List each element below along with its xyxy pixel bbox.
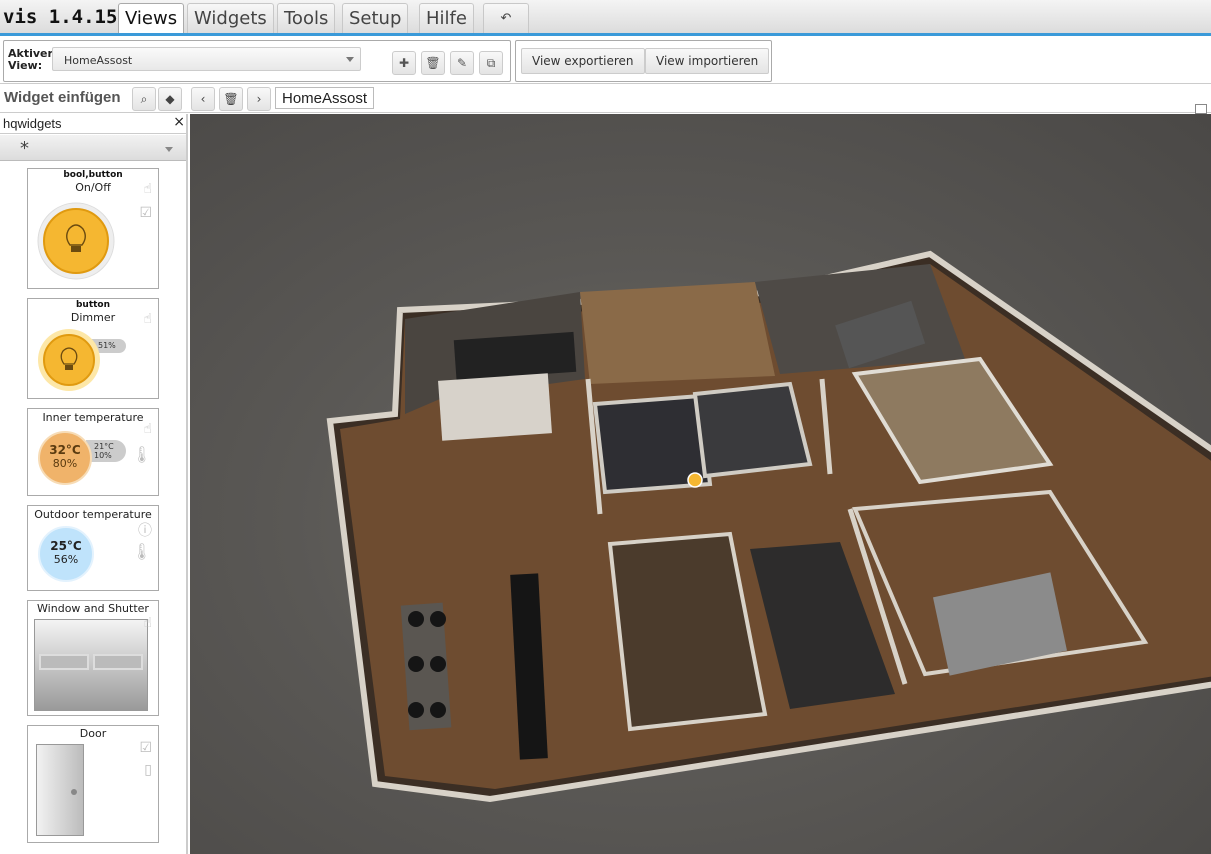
active-view-group: Aktiver View: HomeAssost ✚ 🗑 ✎ ⧉ [3,40,511,82]
export-view-button[interactable]: View exportieren [521,48,645,74]
widget-search-button[interactable]: ⌕ [132,87,156,111]
inner-temp-value: 32°C [49,443,81,457]
widget-card-inner-temperature[interactable]: Inner temperature 21°C 10% 32°C 80% ☝ 🌡 [27,408,159,496]
trash-icon: 🗑 [425,56,441,70]
view-canvas[interactable] [190,114,1211,854]
export-import-group: View exportieren View importieren [515,40,772,82]
add-view-button[interactable]: ✚ [392,51,416,75]
widget-filter-value: hqwidgets [3,116,62,131]
floor-plan-image [326,250,1211,803]
edit-icon: ✎ [456,56,468,70]
close-icon[interactable]: × [173,114,185,130]
chevron-right-icon: › [256,92,262,106]
copy-view-button[interactable]: ⧉ [479,51,503,75]
delete-widget-button[interactable]: 🗑 [219,87,243,111]
inner-humidity-value: 80% [52,457,78,470]
outdoor-temp-dial: 25°C 56% [38,526,94,582]
widget-set-value: * [20,138,29,159]
inner-temp-dial: 32°C 80% [38,431,92,485]
checkbox-icon: ☑ [139,740,152,756]
widget-title: On/Off [75,181,111,194]
undo-icon: ↶ [500,11,512,26]
door-preview [36,744,84,836]
bulb-icon [37,202,115,280]
widget-title: Inner temperature [42,411,144,424]
widget-card-outdoor-temperature[interactable]: Outdoor temperature 25°C 56% ⓘ 🌡 [27,505,159,591]
widget-subtitle: button [75,300,111,310]
active-view-label: Aktiver View: [8,47,53,72]
widget-subtitle: bool,button [63,170,123,180]
info-icon: ⓘ [138,523,152,539]
chevron-down-icon [346,57,354,62]
outdoor-temp-value: 25°C [50,539,82,553]
thermometer-icon: 🌡 [131,542,152,561]
widget-insert-title: Widget einfügen [4,89,121,106]
active-view-select[interactable]: HomeAssost [52,47,361,71]
widget-title: Door [79,727,107,740]
widget-set-select[interactable]: * [0,135,186,161]
widget-card-dimmer[interactable]: button Dimmer 51% ☝ [27,298,159,399]
outdoor-humidity-value: 56% [53,553,79,566]
rename-view-button[interactable]: ✎ [450,51,474,75]
door-knob [71,789,77,795]
widget-insert-bar: Widget einfügen ⌕ ◆ ‹ 🗑 › HomeAssost [0,85,1211,113]
undo-button[interactable]: ↶ [483,3,529,33]
next-view-button[interactable]: › [247,87,271,111]
import-view-button[interactable]: View importieren [645,48,770,74]
delete-view-button[interactable]: 🗑 [421,51,445,75]
widget-title: Dimmer [70,311,116,324]
widget-tag-button[interactable]: ◆ [158,87,182,111]
widget-title: Window and Shutter [37,602,149,615]
hand-icon: ☝ [143,311,152,327]
search-icon: ⌕ [140,92,148,106]
inner-set-hum: 10% [94,451,112,460]
hand-icon: ☝ [143,181,152,197]
active-view-value: HomeAssost [64,54,133,67]
checkbox-icon: ☑ [139,205,152,221]
window-shutter-preview [34,619,148,711]
tag-icon: ◆ [165,92,175,106]
window-pane-right [93,654,143,670]
tab-hilfe[interactable]: Hilfe [419,3,474,33]
hand-icon: ☝ [143,421,152,437]
widget-filter[interactable]: hqwidgets × [0,114,186,134]
add-icon: ✚ [398,56,410,70]
prev-view-button[interactable]: ‹ [191,87,215,111]
chevron-left-icon: ‹ [200,92,206,106]
widget-card-window-shutter[interactable]: Window and Shutter ☝ [27,600,159,716]
window-pane-left [39,654,89,670]
door-icon: ▯ [144,762,152,778]
widget-card-door[interactable]: Door ☑ ▯ [27,725,159,843]
app-title: vis 1.4.15 [3,6,118,28]
tab-views[interactable]: Views [118,3,185,33]
hand-icon: ☝ [143,615,152,631]
canvas-resize-icon[interactable] [1195,104,1207,114]
menu-bar: vis 1.4.15 Views Widgets Tools Setup Hil… [0,0,1211,36]
inner-set-values: 21°C 10% [86,440,126,462]
view-toolbar: Aktiver View: HomeAssost ✚ 🗑 ✎ ⧉ View ex… [0,37,1211,84]
widget-palette: hqwidgets × * bool,button On/Off ☝ ☑ but… [0,114,188,854]
copy-icon: ⧉ [486,56,496,70]
tab-tools[interactable]: Tools [277,3,336,33]
thermometer-icon: 🌡 [131,445,152,464]
current-view-name[interactable]: HomeAssost [275,87,375,109]
tab-widgets[interactable]: Widgets [187,3,274,33]
widget-card-onoff[interactable]: bool,button On/Off ☝ ☑ [27,168,159,289]
trash-icon: 🗑 [223,92,239,106]
chevron-down-icon [165,147,173,152]
tab-setup[interactable]: Setup [342,3,409,33]
inner-set-temp: 21°C [94,442,114,451]
dimmer-bulb-icon [38,329,100,391]
